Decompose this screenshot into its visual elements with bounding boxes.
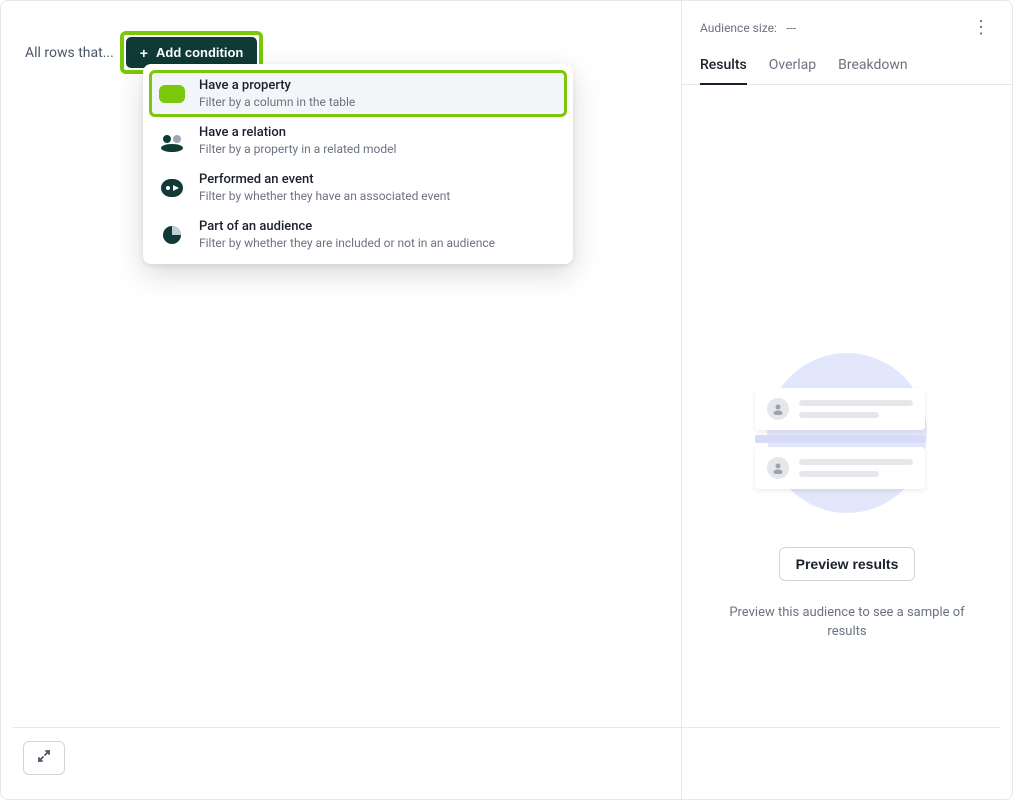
dropdown-item-desc: Filter by a property in a related model: [199, 142, 396, 156]
dropdown-item-performed-event[interactable]: Performed an event Filter by whether the…: [149, 164, 567, 211]
dropdown-item-title: Part of an audience: [199, 219, 495, 234]
dropdown-item-text: Part of an audience Filter by whether th…: [199, 219, 495, 250]
tab-breakdown[interactable]: Breakdown: [838, 51, 907, 85]
audience-size-row: Audience size: --- ⋮: [682, 17, 1012, 51]
condition-dropdown: Have a property Filter by a column in th…: [143, 64, 573, 264]
dropdown-item-desc: Filter by whether they are included or n…: [199, 236, 495, 250]
event-icon: [159, 175, 185, 201]
app-container: All rows that... + Add condition Have a …: [0, 0, 1013, 800]
dropdown-item-text: Have a relation Filter by a property in …: [199, 125, 396, 156]
preview-caption: Preview this audience to see a sample of…: [717, 603, 977, 642]
conditions-panel: All rows that... + Add condition Have a …: [1, 1, 682, 799]
dropdown-item-desc: Filter by a column in the table: [199, 95, 355, 109]
dropdown-item-text: Performed an event Filter by whether the…: [199, 172, 450, 203]
dropdown-item-part-of-audience[interactable]: Part of an audience Filter by whether th…: [149, 211, 567, 258]
dropdown-item-text: Have a property Filter by a column in th…: [199, 78, 355, 109]
property-icon: [159, 81, 185, 107]
dropdown-item-title: Have a relation: [199, 125, 396, 140]
empty-state-illustration: [757, 343, 937, 523]
tab-overlap[interactable]: Overlap: [769, 51, 816, 85]
kebab-icon: ⋮: [972, 17, 990, 38]
more-menu-button[interactable]: ⋮: [968, 17, 994, 39]
audience-size-value: ---: [786, 21, 796, 35]
expand-button[interactable]: [23, 741, 65, 775]
dropdown-item-have-relation[interactable]: Have a relation Filter by a property in …: [149, 117, 567, 164]
audience-size-label: Audience size:: [700, 21, 777, 35]
expand-icon: [36, 748, 52, 767]
results-panel: Audience size: --- ⋮ Results Overlap Bre…: [682, 1, 1012, 799]
plus-icon: +: [140, 46, 148, 60]
preview-area: Preview results Preview this audience to…: [682, 85, 1012, 799]
relation-icon: [159, 128, 185, 154]
bottom-toolbar: [13, 727, 1000, 787]
tabs: Results Overlap Breakdown: [682, 51, 1012, 85]
audience-size: Audience size: ---: [700, 21, 796, 36]
filter-label: All rows that...: [25, 45, 114, 61]
preview-results-button[interactable]: Preview results: [779, 547, 916, 581]
tab-results[interactable]: Results: [700, 51, 747, 85]
dropdown-item-have-property[interactable]: Have a property Filter by a column in th…: [149, 70, 567, 117]
dropdown-item-title: Have a property: [199, 78, 355, 93]
audience-icon: [159, 222, 185, 248]
dropdown-item-title: Performed an event: [199, 172, 450, 187]
dropdown-item-desc: Filter by whether they have an associate…: [199, 189, 450, 203]
add-condition-label: Add condition: [156, 45, 243, 60]
